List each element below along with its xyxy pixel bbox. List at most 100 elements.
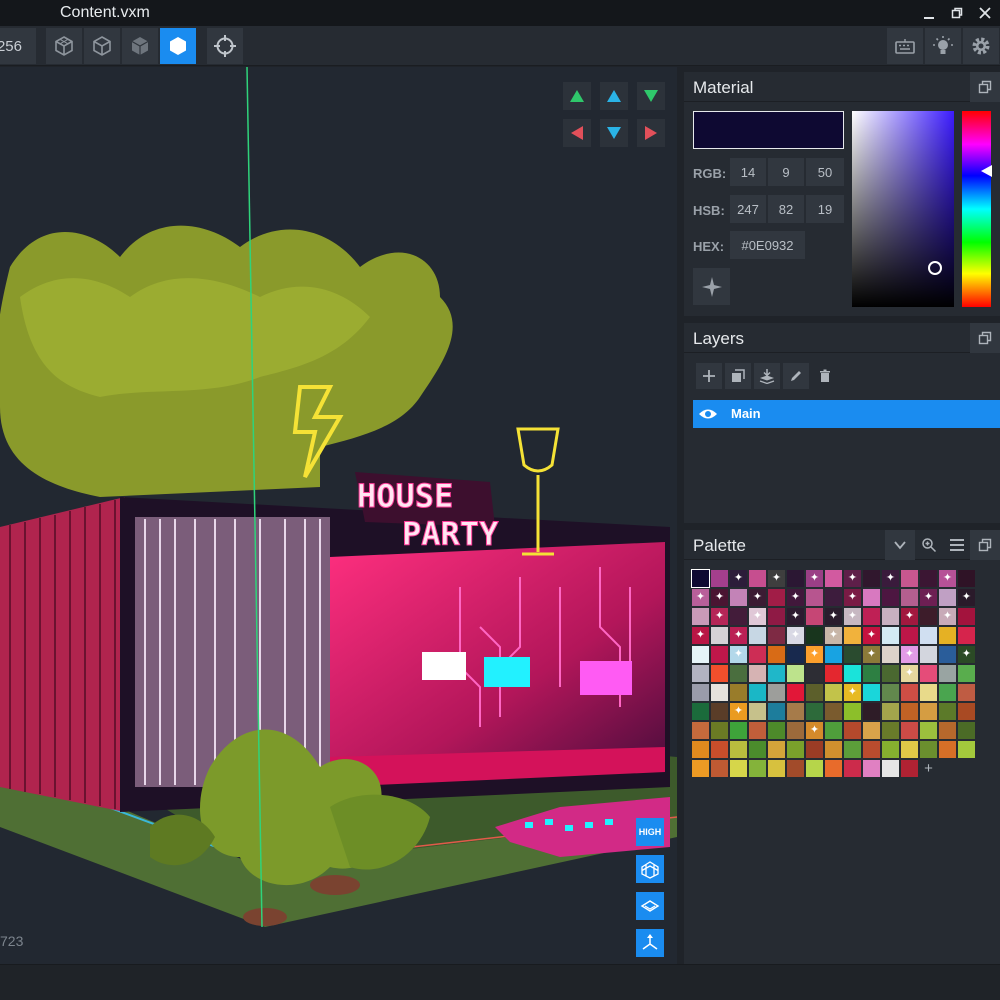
color-picker-cursor[interactable] [928,261,942,275]
palette-swatch[interactable] [749,627,766,644]
current-color-preview[interactable] [693,111,844,149]
emissive-button[interactable] [693,268,730,305]
camera-rotate-right-button[interactable] [637,119,665,147]
palette-swatch[interactable]: ✦ [787,627,804,644]
green-value-field[interactable]: 9 [768,158,804,186]
palette-swatch[interactable] [958,665,975,682]
palette-swatch[interactable] [825,703,842,720]
palette-swatch[interactable] [863,760,880,777]
palette-swatch[interactable] [882,760,899,777]
palette-swatch[interactable] [882,646,899,663]
palette-swatch[interactable] [939,646,956,663]
palette-swatch[interactable] [730,760,747,777]
palette-swatch[interactable]: ✦ [806,570,823,587]
palette-swatch[interactable] [825,570,842,587]
palette-swatch[interactable] [939,741,956,758]
palette-swatch[interactable] [958,627,975,644]
palette-swatch[interactable] [787,741,804,758]
palette-swatch[interactable] [958,570,975,587]
eye-icon[interactable] [698,407,718,421]
palette-swatch[interactable] [863,684,880,701]
palette-swatch[interactable] [958,684,975,701]
palette-swatch[interactable] [749,665,766,682]
palette-swatch[interactable] [787,703,804,720]
palette-swatch[interactable] [692,608,709,625]
palette-swatch[interactable] [806,665,823,682]
palette-swatch[interactable]: ✦ [730,570,747,587]
palette-swatch[interactable] [692,703,709,720]
palette-swatch[interactable] [825,646,842,663]
minimize-button[interactable] [915,0,943,26]
palette-swatch[interactable] [711,684,728,701]
palette-swatch[interactable] [787,684,804,701]
hue-slider[interactable] [962,111,992,307]
palette-swatch[interactable] [711,760,728,777]
wireframe-mode-button[interactable] [46,28,82,64]
palette-swatch[interactable] [692,760,709,777]
palette-swatch[interactable] [844,741,861,758]
palette-swatch[interactable] [939,589,956,606]
palette-swatch[interactable] [768,703,785,720]
saturation-value-field[interactable]: 82 [768,195,804,223]
camera-rotate-up-button[interactable] [563,82,591,110]
palette-swatch[interactable]: ✦ [730,627,747,644]
palette-swatch[interactable] [882,608,899,625]
palette-swatch[interactable] [692,722,709,739]
layer-row-main[interactable]: Main [693,400,1000,428]
palette-swatch[interactable] [806,760,823,777]
palette-swatch[interactable] [711,741,728,758]
palette-swatch[interactable] [730,665,747,682]
palette-swatch[interactable] [787,646,804,663]
palette-swatch[interactable] [958,741,975,758]
palette-swatch[interactable] [806,627,823,644]
palette-swatch[interactable] [692,665,709,682]
lighting-button[interactable] [925,28,961,64]
palette-swatch[interactable]: ✦ [844,608,861,625]
palette-swatch[interactable] [882,665,899,682]
palette-swatch[interactable] [958,722,975,739]
palette-swatch[interactable] [863,741,880,758]
palette-swatch[interactable] [825,760,842,777]
palette-swatch[interactable] [749,570,766,587]
palette-swatch[interactable]: ✦ [730,703,747,720]
grid-view-button[interactable] [636,855,664,883]
palette-swatch[interactable]: ✦ [901,665,918,682]
palette-swatch[interactable]: ✦ [863,646,880,663]
palette-swatch[interactable] [882,722,899,739]
palette-swatch[interactable]: ✦ [901,646,918,663]
palette-swatch[interactable] [787,722,804,739]
palette-swatch[interactable] [730,741,747,758]
palette-swatch[interactable] [863,703,880,720]
palette-swatch[interactable] [768,589,785,606]
palette-swatch[interactable] [844,646,861,663]
palette-swatch[interactable]: ✦ [806,722,823,739]
palette-swatch[interactable] [825,589,842,606]
palette-swatch[interactable]: ✦ [958,646,975,663]
palette-swatch[interactable] [806,703,823,720]
palette-swatch[interactable] [939,684,956,701]
palette-swatch[interactable]: ✦ [844,589,861,606]
camera-pan-down-button[interactable] [600,119,628,147]
palette-swatch[interactable] [920,608,937,625]
palette-swatch[interactable] [711,570,728,587]
palette-swatch[interactable] [901,760,918,777]
ground-plane-button[interactable] [636,892,664,920]
palette-swatch[interactable] [749,684,766,701]
palette-swatch[interactable] [749,646,766,663]
palette-swatch[interactable] [939,722,956,739]
saturation-brightness-picker[interactable] [852,111,954,307]
outline-mode-button[interactable] [84,28,120,64]
palette-swatch[interactable] [730,589,747,606]
palette-swatch[interactable] [863,608,880,625]
palette-swatch[interactable] [768,665,785,682]
palette-swatch[interactable] [730,722,747,739]
blue-value-field[interactable]: 50 [806,158,844,186]
palette-swatch[interactable] [920,684,937,701]
palette-swatch[interactable] [901,589,918,606]
delete-layer-button[interactable] [812,363,838,389]
palette-swatch[interactable] [844,665,861,682]
solid-mode-button[interactable] [160,28,196,64]
camera-rotate-left-button[interactable] [563,119,591,147]
layers-detach-button[interactable] [970,323,1000,353]
palette-swatch[interactable]: ✦ [749,608,766,625]
